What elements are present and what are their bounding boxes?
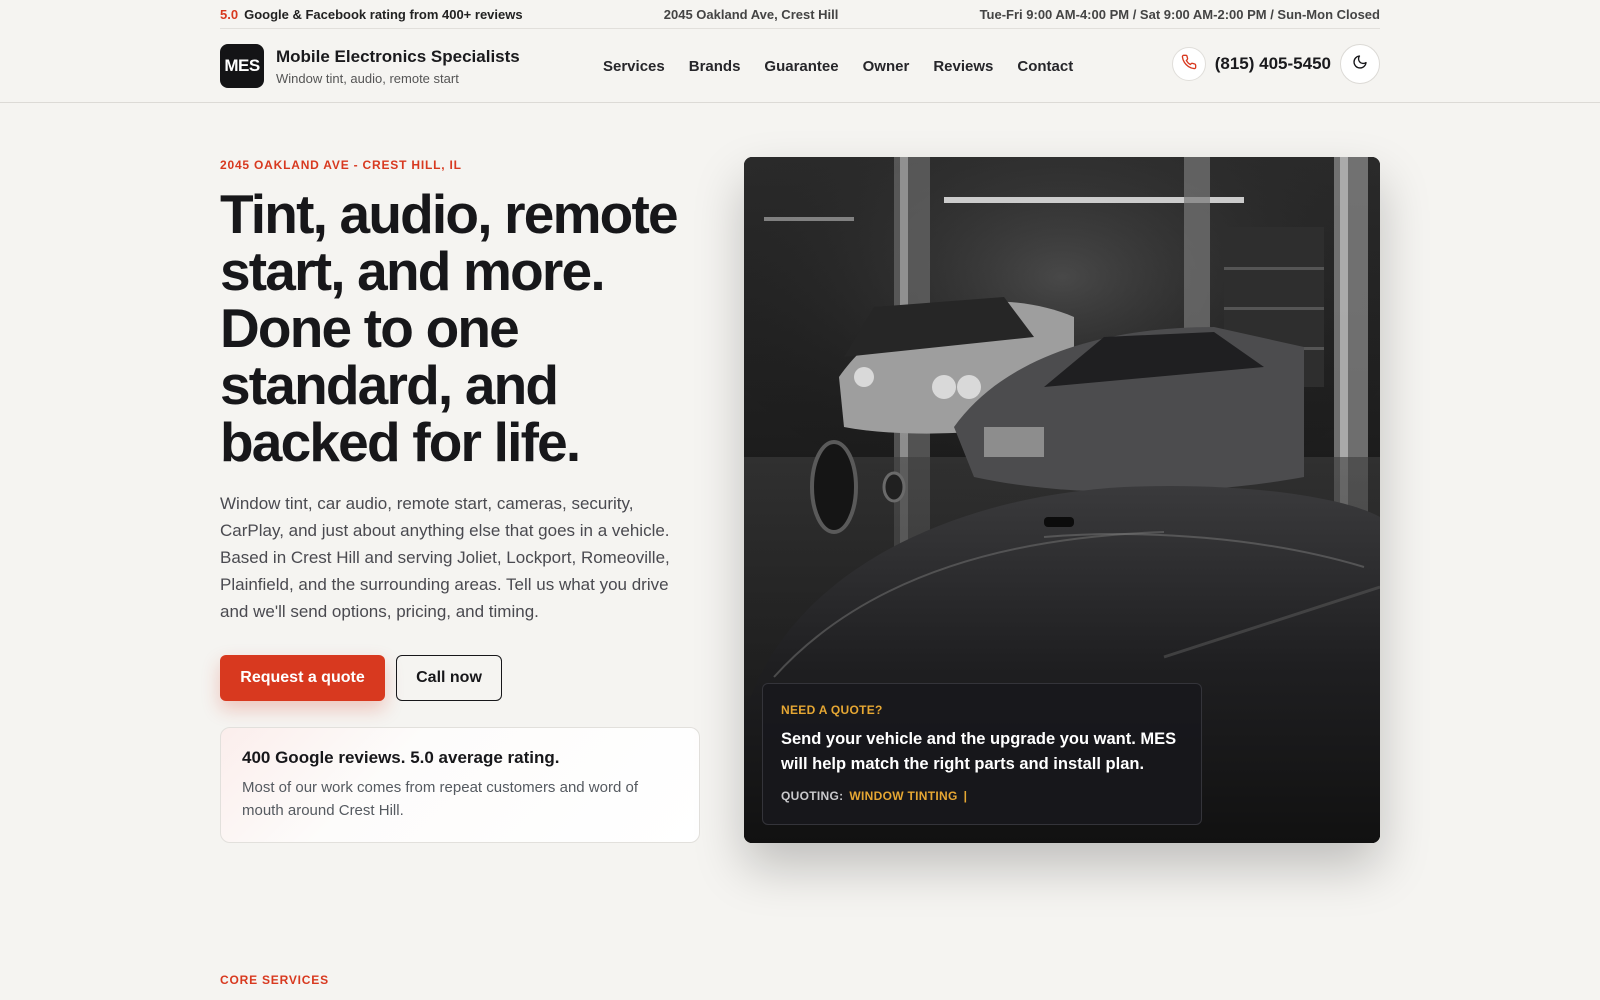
- quoting-label: QUOTING:: [781, 789, 844, 803]
- top-info-bar: 5.0 Google & Facebook rating from 400+ re…: [220, 0, 1380, 29]
- rating-value: 5.0: [220, 6, 239, 22]
- quote-card-status: QUOTING: WINDOW TINTING |: [781, 789, 1183, 803]
- brand-name: Mobile Electronics Specialists: [276, 46, 520, 66]
- phone-icon: [1181, 54, 1197, 75]
- brand-text: Mobile Electronics Specialists Window ti…: [276, 47, 520, 86]
- site-header: MES Mobile Electronics Specialists Windo…: [0, 29, 1600, 103]
- quote-card: NEED A QUOTE? Send your vehicle and the …: [762, 683, 1202, 825]
- header-actions: (815) 405-5450: [1171, 44, 1380, 84]
- top-address: 2045 Oakland Ave, Crest Hill: [663, 6, 839, 22]
- main-nav: Services Brands Guarantee Owner Reviews …: [603, 29, 1073, 103]
- brand-tagline: Window tint, audio, remote start: [276, 70, 459, 86]
- core-services-eyebrow: CORE SERVICES: [220, 973, 329, 987]
- hero-eyebrow: 2045 OAKLAND AVE - CREST HILL, IL: [220, 158, 462, 172]
- nav-reviews[interactable]: Reviews: [933, 58, 993, 75]
- quote-card-text: Send your vehicle and the upgrade you wa…: [781, 730, 1177, 773]
- request-quote-button[interactable]: Request a quote: [220, 655, 385, 701]
- rating-summary: 5.0 Google & Facebook rating from 400+ re…: [220, 7, 523, 22]
- nav-guarantee[interactable]: Guarantee: [764, 58, 838, 75]
- call-now-button[interactable]: Call now: [396, 655, 502, 701]
- brand-home-link[interactable]: MES Mobile Electronics Specialists Windo…: [220, 44, 520, 88]
- moon-icon: [1352, 54, 1368, 75]
- hero-title: Tint, audio, remote start, and more. Don…: [220, 183, 679, 473]
- brand-logo: MES: [220, 44, 264, 88]
- hero-garage-photo: NEED A QUOTE? Send your vehicle and the …: [744, 157, 1380, 843]
- nav-brands[interactable]: Brands: [689, 58, 741, 75]
- quoting-value: WINDOW TINTING: [849, 789, 958, 803]
- quote-card-eyebrow: NEED A QUOTE?: [781, 703, 883, 717]
- nav-contact[interactable]: Contact: [1017, 58, 1073, 75]
- hero-description: Window tint, car audio, remote start, ca…: [220, 494, 670, 621]
- rating-text: Google & Facebook rating from 400+ revie…: [244, 6, 523, 22]
- nav-owner[interactable]: Owner: [863, 58, 910, 75]
- review-card-body: Most of our work comes from repeat custo…: [242, 779, 638, 819]
- phone-link[interactable]: [1171, 47, 1206, 81]
- nav-services[interactable]: Services: [603, 58, 665, 75]
- theme-toggle-button[interactable]: [1340, 44, 1380, 84]
- review-summary-card: 400 Google reviews. 5.0 average rating. …: [220, 727, 700, 843]
- typing-cursor: |: [963, 789, 968, 803]
- review-card-title: 400 Google reviews. 5.0 average rating.: [242, 748, 560, 767]
- business-hours: Tue-Fri 9:00 AM-4:00 PM / Sat 9:00 AM-2:…: [979, 6, 1380, 22]
- phone-number[interactable]: (815) 405-5450: [1215, 54, 1331, 74]
